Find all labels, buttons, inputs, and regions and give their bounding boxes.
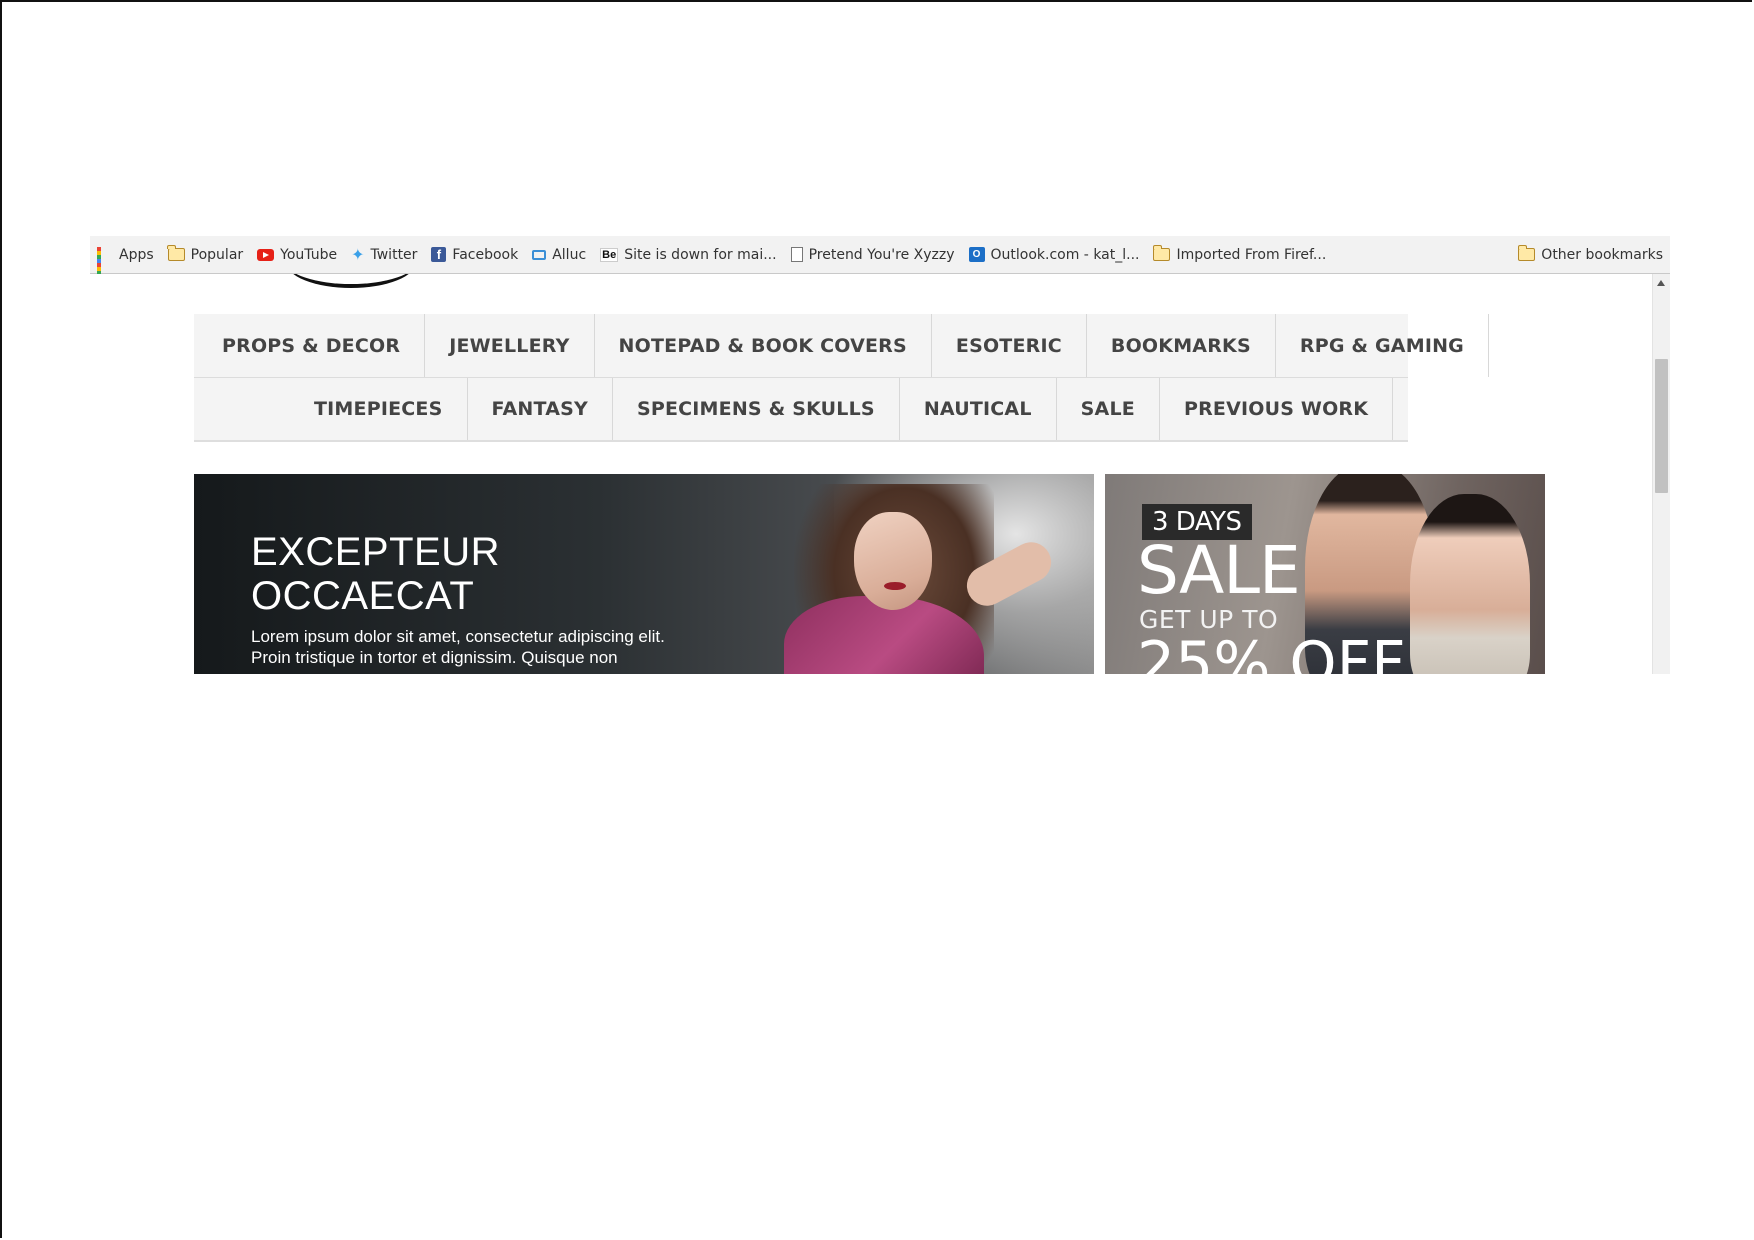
nav-item-jewellery[interactable]: JEWELLERY [425,314,595,377]
main-navigation: PROPS & DECOR JEWELLERY NOTEPAD & BOOK C… [194,314,1489,442]
model-face-graphic [854,512,932,610]
sale-headline: SALE [1137,532,1301,609]
bookmark-label: Outlook.com - kat_l... [990,246,1140,263]
nav-row-1: PROPS & DECOR JEWELLERY NOTEPAD & BOOK C… [194,314,1489,378]
youtube-icon [257,248,275,261]
nav-item-sale[interactable]: SALE [1057,378,1160,440]
sale-banner[interactable]: 3 DAYS SALE GET UP TO 25% OFF [1105,474,1545,674]
bookmark-label: Pretend You're Xyzzy [808,246,955,263]
bookmark-apps[interactable]: Apps [90,236,161,283]
bookmarks-bar: Apps Popular YouTube ✦ Twitter f Faceboo… [90,236,1670,283]
bookmark-label: Alluc [552,246,587,263]
hero-title: EXCEPTEUR OCCAECAT [251,530,500,618]
browser-screenshot: Apps Popular YouTube ✦ Twitter f Faceboo… [90,236,1670,674]
apps-grid-icon [97,246,113,283]
model-lips-graphic [884,582,906,590]
page-viewport: PROPS & DECOR JEWELLERY NOTEPAD & BOOK C… [90,274,1670,674]
vertical-scrollbar[interactable] [1652,274,1670,674]
hero-text: Lorem ipsum dolor sit amet, consectetur … [251,627,665,667]
nav-item-props-decor[interactable]: PROPS & DECOR [194,314,426,377]
bookmark-youtube[interactable]: YouTube [250,236,344,274]
bookmark-label: Popular [190,246,244,263]
bookmark-site-down[interactable]: Be Site is down for mai... [593,236,783,274]
bookmark-label: Other bookmarks [1541,246,1663,263]
nav-item-bookmarks[interactable]: BOOKMARKS [1087,314,1276,377]
bookmark-outlook[interactable]: O Outlook.com - kat_l... [962,236,1147,274]
nav-item-timepieces[interactable]: TIMEPIECES [290,378,468,440]
bookmark-label: Twitter [370,246,418,263]
nav-item-nautical[interactable]: NAUTICAL [900,378,1057,440]
logo-fragment [286,274,416,288]
bookmark-popular[interactable]: Popular [161,236,251,274]
bookmark-pretend-xyzzy[interactable]: Pretend You're Xyzzy [784,236,962,274]
bookmark-label: Apps [119,246,154,263]
folder-icon [167,245,185,261]
sale-offer: 25% OFF [1137,629,1406,674]
bookmark-twitter[interactable]: ✦ Twitter [344,236,424,274]
bookmark-facebook[interactable]: f Facebook [424,236,525,274]
behance-icon: Be [600,247,619,262]
nav-item-notepad-book-covers[interactable]: NOTEPAD & BOOK COVERS [595,314,932,377]
facebook-icon: f [431,247,447,262]
scrollbar-thumb[interactable] [1655,359,1668,493]
bookmark-label: YouTube [280,246,338,263]
nav-item-specimens-skulls[interactable]: SPECIMENS & SKULLS [613,378,900,440]
woman-photo-graphic [1410,494,1530,674]
bookmark-other[interactable]: Other bookmarks [1511,236,1670,274]
tv-icon [532,249,547,260]
bookmark-label: Site is down for mai... [624,246,777,263]
nav-item-previous-work[interactable]: PREVIOUS WORK [1160,378,1394,440]
folder-icon [1152,245,1171,261]
nav-item-fantasy[interactable]: FANTASY [468,378,613,440]
nav-item-rpg-gaming[interactable]: RPG & GAMING [1276,314,1489,377]
twitter-icon: ✦ [351,244,365,264]
nav-row-2: TIMEPIECES FANTASY SPECIMENS & SKULLS NA… [194,378,1408,442]
bookmark-label: Facebook [452,246,519,263]
page-icon [790,247,803,262]
bookmark-label: Imported From Firef... [1176,246,1327,263]
outlook-icon: O [968,247,985,262]
bookmark-alluc[interactable]: Alluc [525,236,593,274]
scroll-up-arrow-icon[interactable] [1657,280,1665,286]
hero-banner[interactable]: EXCEPTEUR OCCAECAT Lorem ipsum dolor sit… [194,474,1094,674]
bookmark-imported-firefox[interactable]: Imported From Firef... [1146,236,1333,274]
nav-item-esoteric[interactable]: ESOTERIC [932,314,1087,377]
folder-icon [1517,245,1536,261]
